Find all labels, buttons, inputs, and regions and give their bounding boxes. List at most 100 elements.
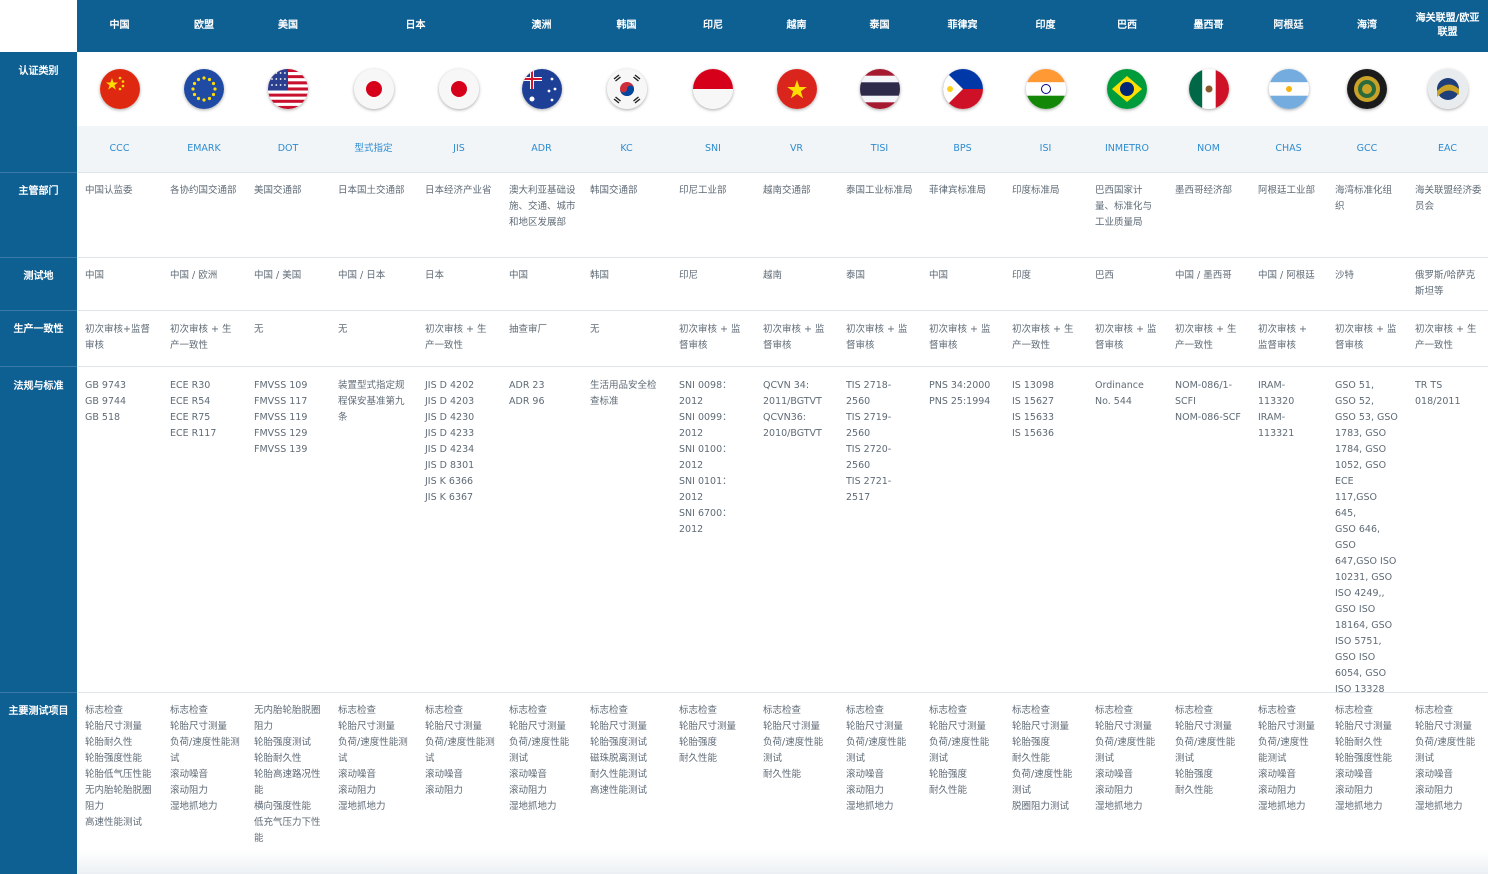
row-separator: [0, 172, 1488, 173]
row-label-department: 主管部门: [18, 186, 59, 197]
australia-flag-icon: [521, 69, 562, 109]
certification-code: BPS: [953, 143, 972, 154]
standards-cell: SNI 0098： 2012 SNI 0099： 2012 SNI 0100： …: [679, 380, 732, 535]
test-site-cell: 中国 / 日本: [338, 270, 386, 281]
conformity-cell: 初次审核 + 生产一致性: [425, 324, 487, 351]
certification-code: KC: [620, 143, 633, 154]
standards-cell: PNS 34:2000 PNS 25:1994: [929, 380, 991, 407]
row-label-cert-type: 认证类别: [18, 66, 59, 77]
row-separator: [0, 310, 1488, 311]
certification-code: ISI: [1039, 143, 1052, 154]
country-header: 巴西: [1117, 20, 1137, 31]
test-site-cell: 中国 / 欧洲: [170, 270, 218, 281]
usa-flag-icon: [268, 69, 308, 109]
conformity-cell: 初次审核 + 监督审核: [1095, 324, 1157, 351]
certification-code: TISI: [870, 143, 889, 154]
certification-code: ADR: [531, 143, 552, 154]
certification-code: GCC: [1356, 143, 1378, 154]
conformity-cell: 初次审核 + 监督审核: [1258, 324, 1307, 351]
test-site-cell: 中国 / 阿根廷: [1258, 270, 1315, 281]
row-separator: [0, 692, 1488, 693]
conformity-cell: 初次审核 + 监督审核: [846, 324, 908, 351]
certification-code: 型式指定: [354, 143, 393, 154]
japan-flag-icon: [439, 69, 479, 109]
conformity-cell: 初次审核 + 生产一致性: [1415, 324, 1477, 351]
row-label-conformity: 生产一致性: [13, 324, 64, 335]
country-header: 越南: [786, 20, 807, 31]
certification-code: EMARK: [187, 143, 221, 154]
country-header: 澳洲: [531, 20, 552, 31]
conformity-cell: 无: [590, 324, 600, 335]
certification-code: CHAS: [1275, 143, 1302, 154]
country-header: 印度: [1035, 20, 1056, 31]
conformity-cell: 无: [338, 324, 348, 335]
department-cell: 韩国交通部: [590, 185, 638, 196]
country-header: 印尼: [703, 20, 723, 31]
conformity-cell: 初次审核 + 生产一致性: [1012, 324, 1074, 351]
department-cell: 菲律宾标准局: [929, 185, 987, 196]
vietnam-flag-icon: [776, 69, 817, 109]
conformity-cell: 初次审核+监督审核: [85, 324, 150, 351]
tests-cell: 标志检查 轮胎尺寸测量 负荷/速度性能测试 耐久性能: [763, 705, 824, 780]
india-flag-icon: [1025, 69, 1066, 109]
conformity-cell: 初次审核 + 监督审核: [679, 324, 741, 351]
row-label-regulations: 法规与标准: [13, 381, 64, 392]
country-header: 海关联盟/欧亚 联盟: [1415, 13, 1480, 38]
test-site-cell: 泰国: [846, 270, 866, 281]
certification-code: NOM: [1197, 143, 1220, 154]
country-header: 日本: [405, 20, 426, 31]
standards-cell: Ordinance No. 544: [1095, 380, 1144, 407]
department-cell: 阿根廷工业部: [1258, 185, 1316, 196]
department-cell: 日本国土交通部: [338, 185, 405, 196]
test-site-cell: 印度: [1012, 270, 1032, 281]
indonesia-flag-icon: [693, 69, 733, 109]
tests-cell: 标志检查 轮胎尺寸测量 负荷/速度性能测试 滚动噪音 滚动阻力: [425, 705, 495, 796]
conformity-cell: 初次审核 + 生产一致性: [170, 324, 232, 351]
gcc-flag-icon: [1347, 69, 1387, 109]
tests-cell: 无内胎轮胎脱圈阻力 轮胎强度测试 轮胎耐久性 轮胎高速路况性能 横向强度性能 低…: [254, 705, 321, 844]
standards-cell: JIS D 4202 JIS D 4203 JIS D 4230 JIS D 4…: [425, 380, 475, 503]
test-site-cell: 中国 / 墨西哥: [1175, 270, 1232, 281]
tests-cell: 标志检查 轮胎尺寸测量 负荷/速度性能测试 滚动噪音 滚动阻力 湿地抓地力: [170, 705, 240, 812]
argentina-flag-icon: [1268, 69, 1309, 109]
department-cell: 印度标准局: [1012, 185, 1060, 196]
tests-cell: 标志检查 轮胎尺寸测量 轮胎耐久性 轮胎强度性能 轮胎低气压性能 无内胎轮胎脱圈…: [85, 705, 152, 828]
eu-flag-icon: [184, 69, 224, 109]
country-header: 菲律宾: [947, 20, 978, 31]
tests-cell: 标志检查 轮胎尺寸测量 轮胎强度 耐久性能: [679, 705, 737, 764]
standards-cell: TR TS 018/2011: [1415, 380, 1461, 407]
country-header: 墨西哥: [1193, 20, 1224, 31]
label-separator: [0, 310, 77, 311]
test-site-cell: 越南: [763, 270, 783, 281]
department-cell: 印尼工业部: [679, 185, 727, 196]
test-site-cell: 中国: [929, 270, 949, 281]
country-header: 海湾: [1357, 20, 1377, 31]
country-header: 中国: [109, 20, 130, 31]
standards-cell: QCVN 34: 2011/BGTVT QCVN36: 2010/BGTVT: [763, 380, 822, 439]
row-separator: [0, 257, 1488, 258]
certification-code: EAC: [1438, 143, 1457, 154]
standards-cell: FMVSS 109 FMVSS 117 FMVSS 119 FMVSS 129 …: [254, 380, 308, 455]
department-cell: 海湾标准化组织: [1335, 185, 1393, 212]
standards-cell: ECE R30 ECE R54 ECE R75 ECE R117: [170, 380, 217, 439]
department-cell: 澳大利亚基础设施、交通、城市和地区发展部: [509, 185, 576, 228]
row-label-column: [0, 52, 77, 874]
conformity-cell: 初次审核 + 生产一致性: [1175, 324, 1237, 351]
certification-code: CCC: [109, 143, 130, 154]
conformity-cell: 无: [254, 324, 264, 335]
bottom-fade: [77, 850, 1488, 874]
mexico-flag-icon: [1188, 69, 1229, 109]
certification-code: INMETRO: [1105, 143, 1149, 154]
certification-code: JIS: [453, 143, 465, 154]
tests-cell: 标志检查 轮胎尺寸测量 负荷/速度性能测试 滚动噪音 滚动阻力 湿地抓地力: [1415, 705, 1476, 812]
country-header: 泰国: [869, 20, 890, 31]
tests-cell: 标志检查 轮胎尺寸测量 负荷/速度性能测试 滚动噪音 滚动阻力 湿地抓地力: [846, 705, 907, 812]
label-separator: [0, 257, 77, 258]
china-flag-icon: [99, 69, 140, 109]
standards-cell: ADR 23 ADR 96: [509, 380, 545, 407]
country-header: 韩国: [616, 20, 637, 31]
brazil-flag-icon: [1107, 69, 1147, 109]
tests-cell: 标志检查 轮胎尺寸测量 轮胎耐久性 轮胎强度性能 滚动噪音 滚动阻力 湿地抓地力: [1335, 705, 1393, 812]
test-site-cell: 俄罗斯/哈萨克斯坦等: [1415, 270, 1476, 297]
korea-flag-icon: [606, 69, 647, 109]
